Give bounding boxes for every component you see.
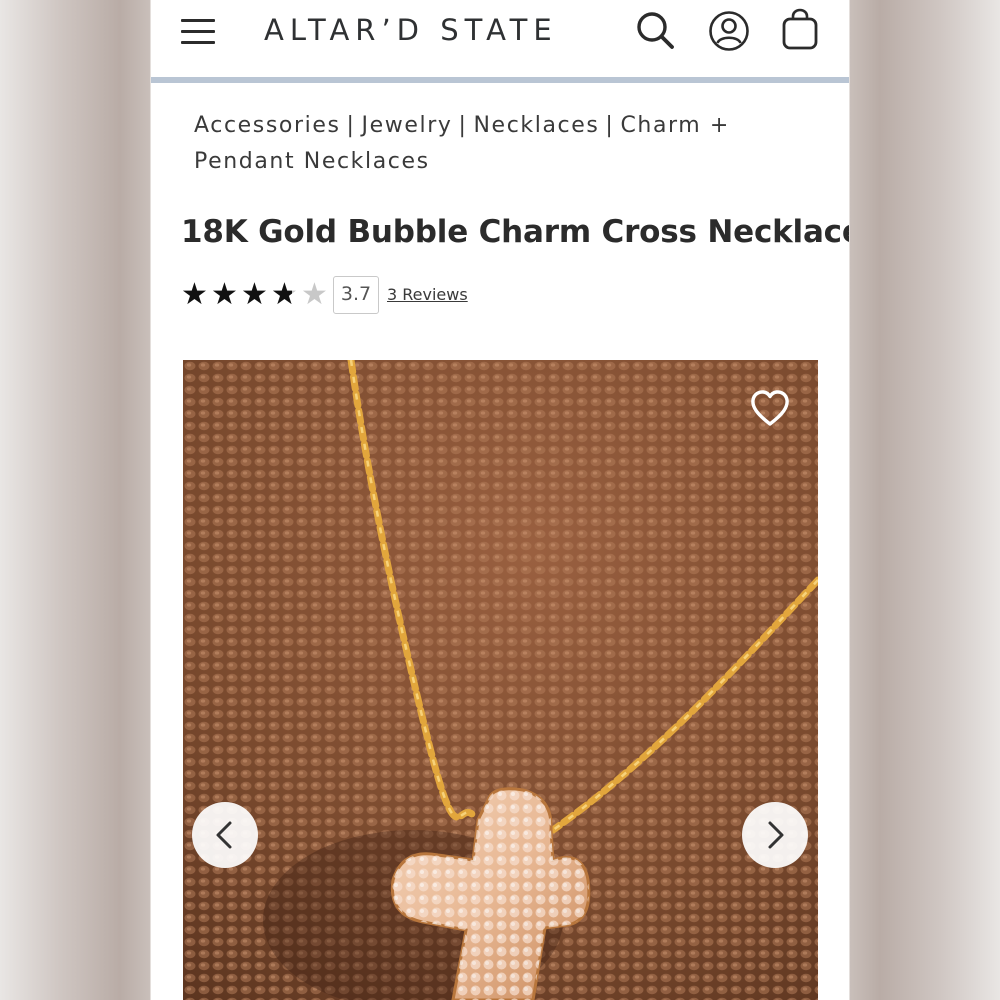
page-frame: ALTAR’D STATE Accessories | Jewelry | Neckla…	[151, 0, 849, 1000]
product-image[interactable]	[183, 360, 818, 1000]
star-icon: ★★	[211, 277, 238, 312]
breadcrumb: Accessories | Jewelry | Necklaces | Charm + Pe…	[194, 108, 794, 180]
heart-outline-icon[interactable]	[749, 388, 791, 430]
chevron-right-icon	[768, 821, 784, 849]
carousel-prev-button[interactable]	[192, 802, 258, 868]
star-icon: ★★	[241, 277, 268, 312]
reviews-link[interactable]: 3 Reviews	[387, 285, 468, 304]
star-icon: ★★	[181, 277, 208, 312]
search-icon[interactable]	[633, 8, 677, 52]
user-icon[interactable]	[707, 8, 751, 52]
chevron-left-icon	[216, 821, 232, 849]
breadcrumb-separator: |	[458, 113, 468, 138]
star-icon: ★★	[301, 277, 328, 312]
site-header: ALTAR’D STATE	[151, 0, 849, 78]
product-photo	[183, 360, 818, 1000]
rating-value-badge: 3.7	[333, 276, 379, 314]
site-logo[interactable]: ALTAR’D STATE	[264, 13, 558, 53]
star-rating: ★★★★★★★★★★	[181, 280, 331, 310]
star-icon: ★★	[271, 277, 298, 312]
carousel-next-button[interactable]	[742, 802, 808, 868]
breadcrumb-necklaces[interactable]: Necklaces	[474, 113, 600, 138]
breadcrumb-separator: |	[605, 113, 615, 138]
breadcrumb-accessories[interactable]: Accessories	[194, 113, 341, 138]
product-title: 18K Gold Bubble Charm Cross Necklace	[181, 214, 849, 250]
breadcrumb-jewelry[interactable]: Jewelry	[362, 113, 453, 138]
shopping-bag-icon[interactable]	[778, 8, 822, 52]
hamburger-menu-icon[interactable]	[181, 17, 217, 45]
breadcrumb-separator: |	[346, 113, 356, 138]
header-divider	[151, 77, 849, 83]
